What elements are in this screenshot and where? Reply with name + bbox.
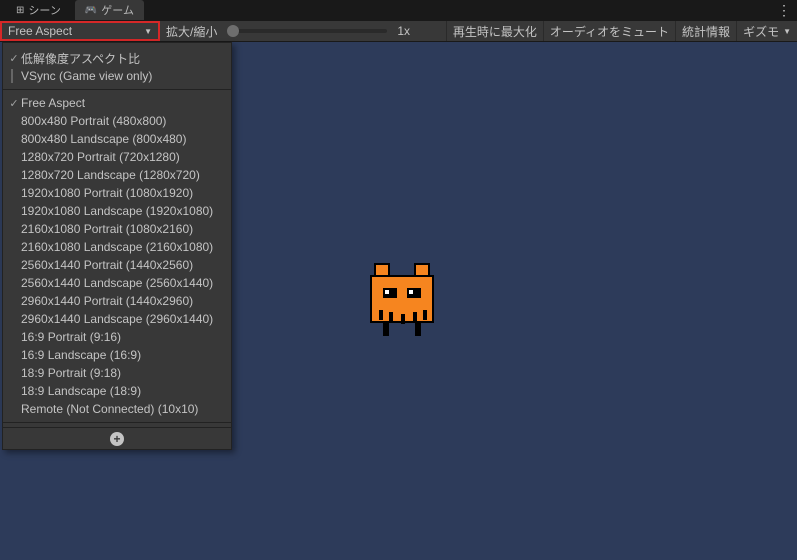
dropdown-item-label: 2560x1440 Portrait (1440x2560) bbox=[21, 258, 193, 272]
maximize-on-play-button[interactable]: 再生時に最大化 bbox=[446, 21, 543, 41]
button-label: 統計情報 bbox=[682, 23, 730, 40]
dropdown-item-label: 低解像度アスペクト比 bbox=[21, 50, 140, 67]
dropdown-item-label: 1920x1080 Landscape (1920x1080) bbox=[21, 204, 213, 218]
dropdown-item-label: 2960x1440 Landscape (2960x1440) bbox=[21, 312, 213, 326]
dropdown-item-label: 1280x720 Landscape (1280x720) bbox=[21, 168, 200, 182]
dropdown-item-label: 800x480 Landscape (800x480) bbox=[21, 132, 186, 146]
game-icon: 🎮 bbox=[85, 5, 97, 16]
dropdown-item-label: 18:9 Landscape (18:9) bbox=[21, 384, 141, 398]
tab-scene[interactable]: ⊞ シーン bbox=[6, 0, 71, 20]
dropdown-item-label: VSync (Game view only) bbox=[21, 69, 152, 83]
dropdown-item[interactable]: 2560x1440 Portrait (1440x2560) bbox=[3, 256, 231, 274]
dropdown-item[interactable]: Remote (Not Connected) (10x10) bbox=[3, 400, 231, 418]
aspect-dropdown-label: Free Aspect bbox=[8, 24, 72, 38]
scale-slider[interactable] bbox=[227, 29, 387, 33]
dropdown-item[interactable]: 2160x1080 Landscape (2160x1080) bbox=[3, 238, 231, 256]
check-icon: ✓ bbox=[7, 97, 21, 110]
tab-label: シーン bbox=[28, 2, 60, 18]
tab-label: ゲーム bbox=[101, 2, 134, 18]
dropdown-item-label: Free Aspect bbox=[21, 96, 85, 110]
dropdown-item[interactable]: 2160x1080 Portrait (1080x2160) bbox=[3, 220, 231, 238]
dropdown-item[interactable]: 16:9 Portrait (9:16) bbox=[3, 328, 231, 346]
dropdown-item-label: 2960x1440 Portrait (1440x2960) bbox=[21, 294, 193, 308]
dropdown-item[interactable]: 1920x1080 Portrait (1080x1920) bbox=[3, 184, 231, 202]
dropdown-item-label: 800x480 Portrait (480x800) bbox=[21, 114, 166, 128]
dropdown-separator bbox=[3, 89, 231, 90]
chevron-down-icon: ▼ bbox=[144, 27, 152, 36]
dropdown-item[interactable]: 2960x1440 Landscape (2960x1440) bbox=[3, 310, 231, 328]
dropdown-vsync[interactable]: VSync (Game view only) bbox=[3, 67, 231, 85]
dropdown-item-label: 1920x1080 Portrait (1080x1920) bbox=[21, 186, 193, 200]
dropdown-item[interactable]: 18:9 Portrait (9:18) bbox=[3, 364, 231, 382]
dropdown-item[interactable]: 2560x1440 Landscape (2560x1440) bbox=[3, 274, 231, 292]
stats-button[interactable]: 統計情報 bbox=[675, 21, 736, 41]
dropdown-item[interactable]: 1920x1080 Landscape (1920x1080) bbox=[3, 202, 231, 220]
tab-game[interactable]: 🎮 ゲーム bbox=[75, 0, 144, 20]
button-label: 再生時に最大化 bbox=[453, 23, 537, 40]
check-icon: ✓ bbox=[7, 52, 21, 65]
dropdown-item[interactable]: 1280x720 Portrait (720x1280) bbox=[3, 148, 231, 166]
aspect-dropdown[interactable]: Free Aspect ▼ bbox=[0, 21, 160, 41]
dropdown-item-label: 16:9 Portrait (9:16) bbox=[21, 330, 121, 344]
dropdown-item-label: 16:9 Landscape (16:9) bbox=[21, 348, 141, 362]
dropdown-add-button[interactable]: + bbox=[3, 427, 231, 449]
gizmos-button[interactable]: ギズモ ▼ bbox=[736, 21, 797, 41]
checkbox[interactable] bbox=[11, 69, 13, 83]
dropdown-item-label: 2160x1080 Portrait (1080x2160) bbox=[21, 222, 193, 236]
plus-icon: + bbox=[110, 432, 124, 446]
button-label: ギズモ bbox=[743, 23, 779, 40]
checkbox-slot bbox=[7, 70, 21, 82]
slider-knob[interactable] bbox=[227, 25, 239, 37]
dropdown-low-res[interactable]: ✓ 低解像度アスペクト比 bbox=[3, 49, 231, 67]
button-label: オーディオをミュート bbox=[550, 23, 669, 40]
game-sprite bbox=[363, 260, 441, 342]
dropdown-item[interactable]: 800x480 Portrait (480x800) bbox=[3, 112, 231, 130]
dropdown-item[interactable]: 2960x1440 Portrait (1440x2960) bbox=[3, 292, 231, 310]
dropdown-item[interactable]: 800x480 Landscape (800x480) bbox=[3, 130, 231, 148]
dropdown-item-label: 1280x720 Portrait (720x1280) bbox=[21, 150, 180, 164]
dropdown-item[interactable]: ✓Free Aspect bbox=[3, 94, 231, 112]
dropdown-item[interactable]: 16:9 Landscape (16:9) bbox=[3, 346, 231, 364]
dropdown-item[interactable]: 18:9 Landscape (18:9) bbox=[3, 382, 231, 400]
dropdown-item-label: 18:9 Portrait (9:18) bbox=[21, 366, 121, 380]
dropdown-item-label: 2160x1080 Landscape (2160x1080) bbox=[21, 240, 213, 254]
scale-value: 1x bbox=[397, 24, 410, 38]
dropdown-separator bbox=[3, 422, 231, 423]
chevron-down-icon: ▼ bbox=[783, 27, 791, 36]
dropdown-item-label: 2560x1440 Landscape (2560x1440) bbox=[21, 276, 213, 290]
scene-icon: ⊞ bbox=[16, 5, 24, 16]
tab-bar: ⊞ シーン 🎮 ゲーム ⋮ bbox=[0, 0, 797, 20]
mute-audio-button[interactable]: オーディオをミュート bbox=[543, 21, 675, 41]
dropdown-item[interactable]: 1280x720 Landscape (1280x720) bbox=[3, 166, 231, 184]
dropdown-item-label: Remote (Not Connected) (10x10) bbox=[21, 402, 198, 416]
aspect-dropdown-panel: ✓ 低解像度アスペクト比 VSync (Game view only) ✓Fre… bbox=[2, 42, 232, 450]
tab-menu-icon[interactable]: ⋮ bbox=[777, 2, 791, 19]
scale-label: 拡大/縮小 bbox=[166, 23, 217, 40]
game-toolbar: Free Aspect ▼ 拡大/縮小 1x 再生時に最大化 オーディオをミュー… bbox=[0, 20, 797, 42]
